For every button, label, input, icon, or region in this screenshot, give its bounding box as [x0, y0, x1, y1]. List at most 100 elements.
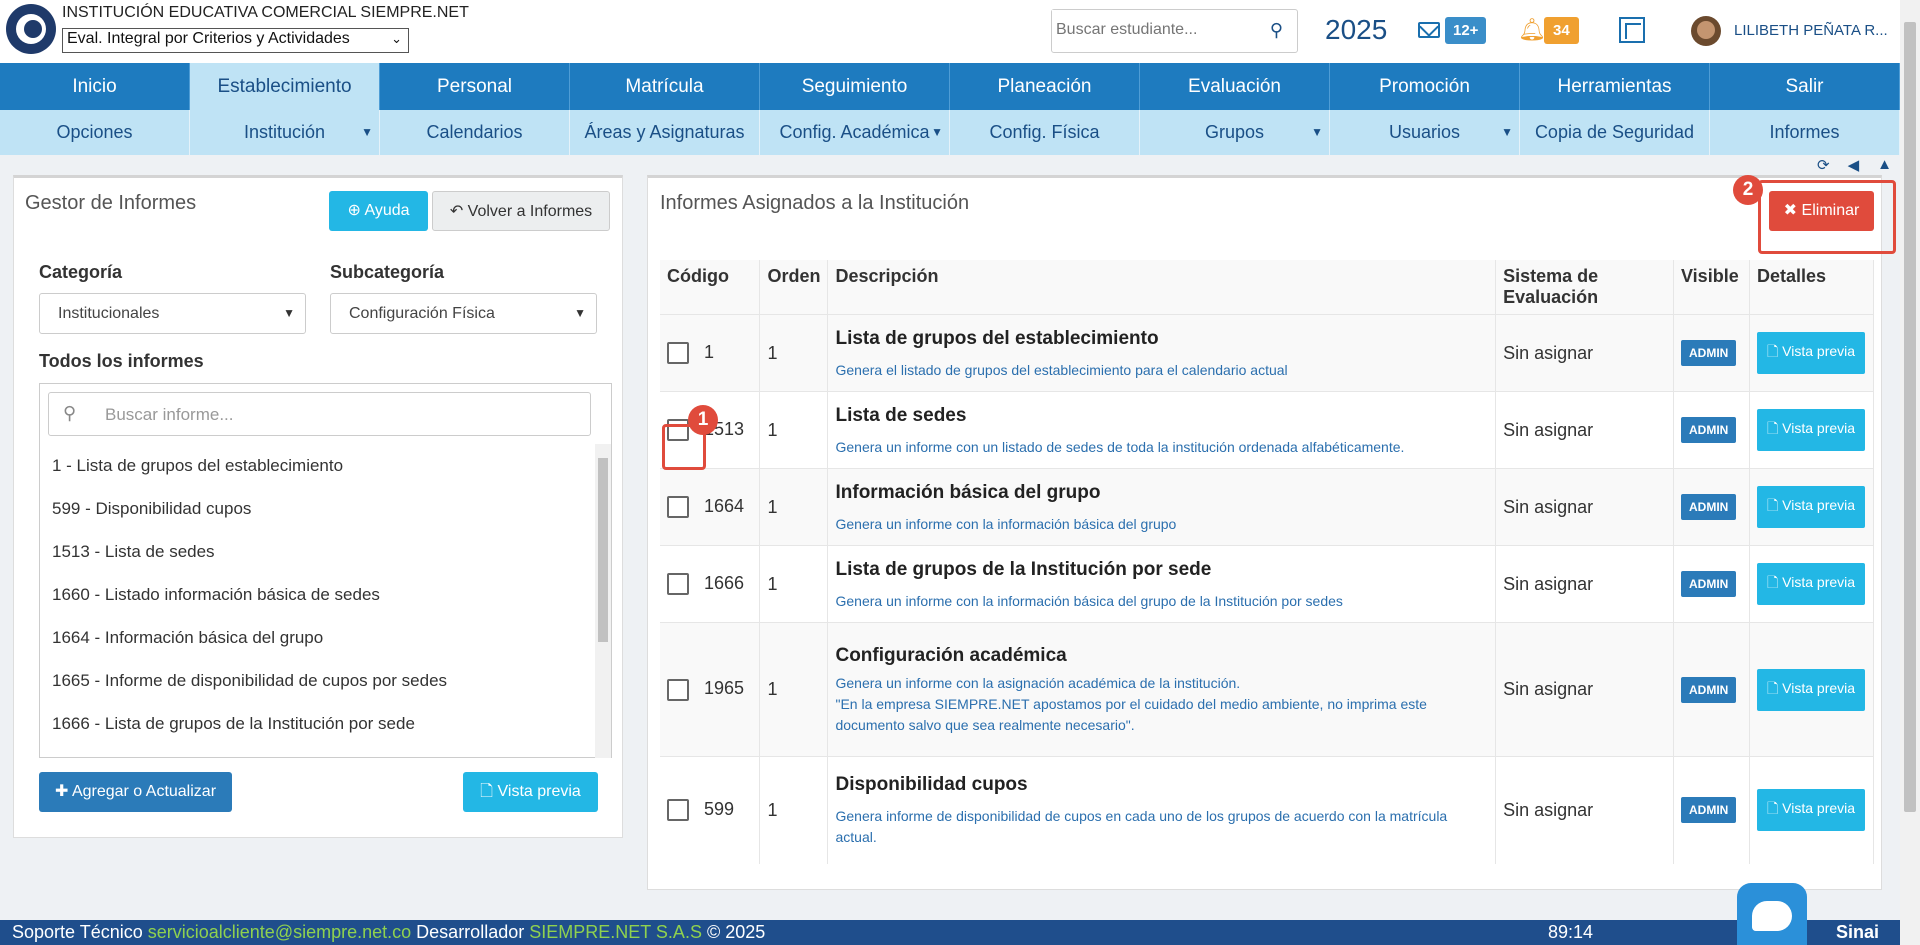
- subnav-label: Institución: [243, 122, 326, 142]
- list-item[interactable]: 1665 - Informe de disponibilidad de cupo…: [40, 659, 588, 702]
- subnav-config-fisica[interactable]: Config. Física: [950, 110, 1140, 155]
- mail-icon[interactable]: [1418, 22, 1440, 38]
- notifications-badge[interactable]: 34: [1544, 17, 1579, 44]
- col-system: Sistema de Evaluación: [1495, 260, 1674, 315]
- visible-badge: ADMIN: [1681, 417, 1737, 443]
- support-email-link[interactable]: servicioalcliente@siempre.net.co: [148, 922, 411, 942]
- student-search-input[interactable]: [1052, 10, 1252, 50]
- nav-seguimiento[interactable]: Seguimiento: [760, 63, 950, 110]
- row-checkbox[interactable]: [667, 342, 689, 365]
- nav-salir[interactable]: Salir: [1710, 63, 1900, 110]
- subcategory-select[interactable]: Configuración Física ▼: [330, 293, 597, 334]
- subnav-calendarios[interactable]: Calendarios: [380, 110, 570, 155]
- add-update-button[interactable]: ✚ Agregar o Actualizar: [39, 772, 232, 812]
- help-icon: ⊕: [347, 202, 361, 219]
- visible-badge: ADMIN: [1681, 571, 1737, 597]
- messages-badge[interactable]: 12+: [1445, 17, 1487, 44]
- dropdown-caret-icon: ▼: [931, 125, 943, 139]
- page-scrollbar[interactable]: [1900, 0, 1920, 945]
- subnav-opciones[interactable]: Opciones: [0, 110, 190, 155]
- arrow-up-icon[interactable]: ▲: [1877, 156, 1892, 174]
- chat-icon[interactable]: [1737, 883, 1807, 945]
- list-item[interactable]: 1513 - Lista de sedes: [40, 530, 588, 573]
- sub-nav: Opciones Institución ▼ Calendarios Áreas …: [0, 110, 1900, 155]
- refresh-icon[interactable]: ⟳: [1817, 156, 1830, 174]
- list-item[interactable]: 1666 - Lista de grupos de la Institución…: [40, 702, 588, 745]
- table-row: 1664 1 Información básica del grupo Gener…: [660, 468, 1875, 546]
- dropdown-caret-icon: ▼: [1311, 125, 1323, 139]
- scrollbar-thumb[interactable]: [598, 458, 608, 642]
- nav-establecimiento[interactable]: Establecimiento: [190, 63, 380, 110]
- row-preview-button[interactable]: 🗋 Vista previa: [1756, 789, 1866, 832]
- list-item[interactable]: 1660 - Listado información básica de sed…: [40, 573, 588, 616]
- step-2-highlight: [1758, 180, 1896, 254]
- school-logo: [6, 4, 56, 54]
- row-preview-label: Vista previa: [1782, 343, 1856, 359]
- nav-planeacion[interactable]: Planeación: [950, 63, 1140, 110]
- row-system: Sin asignar: [1495, 545, 1674, 623]
- help-button[interactable]: ⊕ Ayuda: [329, 191, 428, 231]
- step-2-marker: 2: [1733, 175, 1763, 205]
- file-icon: 🗋: [480, 783, 494, 800]
- preview-button-label: Vista previa: [497, 783, 581, 800]
- table-row: 1965 1 Configuración académica Genera un …: [660, 622, 1875, 757]
- dropdown-caret-icon: ▼: [361, 125, 373, 139]
- subnav-areas[interactable]: Áreas y Asignaturas: [570, 110, 760, 155]
- evaluation-system-value: Eval. Integral por Criterios y Actividad…: [67, 30, 350, 47]
- nav-herramientas[interactable]: Herramientas: [1520, 63, 1710, 110]
- back-to-reports-button[interactable]: ↶ Volver a Informes: [432, 191, 610, 231]
- nav-inicio[interactable]: Inicio: [0, 63, 190, 110]
- row-preview-button[interactable]: 🗋 Vista previa: [1756, 563, 1866, 605]
- subnav-label: Informes: [1769, 122, 1840, 142]
- nav-personal[interactable]: Personal: [380, 63, 570, 110]
- nav-promocion[interactable]: Promoción: [1330, 63, 1520, 110]
- back-icon[interactable]: ◀: [1848, 156, 1860, 174]
- nav-evaluacion[interactable]: Evaluación: [1140, 63, 1330, 110]
- evaluation-system-select[interactable]: Eval. Integral por Criterios y Actividad…: [62, 28, 409, 53]
- developer-link[interactable]: SIEMPRE.NET S.A.S: [529, 922, 702, 942]
- subnav-usuarios[interactable]: Usuarios ▼: [1330, 110, 1520, 155]
- nav-matricula[interactable]: Matrícula: [570, 63, 760, 110]
- cube-icon[interactable]: [1619, 17, 1645, 43]
- subnav-grupos[interactable]: Grupos ▼: [1140, 110, 1330, 155]
- row-checkbox[interactable]: [667, 678, 689, 701]
- reply-icon: ↶: [449, 203, 464, 220]
- year-display[interactable]: 2025: [1325, 14, 1387, 46]
- row-preview-button[interactable]: 🗋 Vista previa: [1756, 332, 1866, 374]
- row-checkbox[interactable]: [667, 496, 689, 519]
- back-button-label: Volver a Informes: [467, 203, 593, 220]
- category-label: Categoría: [39, 262, 123, 282]
- row-preview-label: Vista previa: [1782, 800, 1856, 817]
- scrollbar-thumb[interactable]: [1904, 22, 1916, 812]
- subnav-copia-seguridad[interactable]: Copia de Seguridad: [1520, 110, 1710, 155]
- row-checkbox[interactable]: [667, 799, 689, 822]
- username[interactable]: LILIBETH PEÑATA R...: [1734, 22, 1888, 39]
- subnav-label: Áreas y Asignaturas: [584, 122, 745, 142]
- row-system: Sin asignar: [1495, 468, 1674, 546]
- report-search-input[interactable]: ⚲ Buscar informe...: [48, 392, 591, 436]
- list-scrollbar[interactable]: [595, 444, 611, 758]
- list-item[interactable]: 1 - Lista de grupos del establecimiento: [40, 444, 588, 487]
- row-description: Genera informe de disponibilidad de cupo…: [835, 808, 1448, 846]
- subnav-institucion[interactable]: Institución ▼: [190, 110, 380, 155]
- student-search[interactable]: ⚲: [1051, 9, 1298, 53]
- table-header: Código Orden Descripción Sistema de Eval…: [660, 260, 1875, 315]
- subnav-informes[interactable]: Informes: [1710, 110, 1900, 155]
- row-preview-button[interactable]: 🗋 Vista previa: [1756, 486, 1866, 528]
- subnav-config-academica[interactable]: Config. Académica ▼: [760, 110, 950, 155]
- search-icon[interactable]: ⚲: [1270, 20, 1283, 41]
- list-item[interactable]: 1664 - Información básica del grupo: [40, 616, 588, 659]
- category-select[interactable]: Institucionales ▼: [39, 293, 306, 334]
- row-preview-label: Vista previa: [1782, 497, 1856, 513]
- session-timer: 89:14: [1548, 922, 1594, 942]
- row-checkbox[interactable]: [667, 573, 689, 596]
- row-preview-button[interactable]: 🗋 Vista previa: [1756, 668, 1866, 711]
- preview-button[interactable]: 🗋 Vista previa: [463, 772, 598, 812]
- bell-icon[interactable]: 🔔︎: [1518, 17, 1546, 43]
- row-preview-button[interactable]: 🗋 Vista previa: [1756, 409, 1866, 451]
- main-nav: Inicio Establecimiento Personal Matrícul…: [0, 63, 1900, 110]
- avatar[interactable]: [1691, 16, 1721, 46]
- list-item[interactable]: 599 - Disponibilidad cupos: [40, 487, 588, 530]
- file-icon: 🗋: [1766, 420, 1779, 436]
- row-order: 1: [759, 314, 829, 392]
